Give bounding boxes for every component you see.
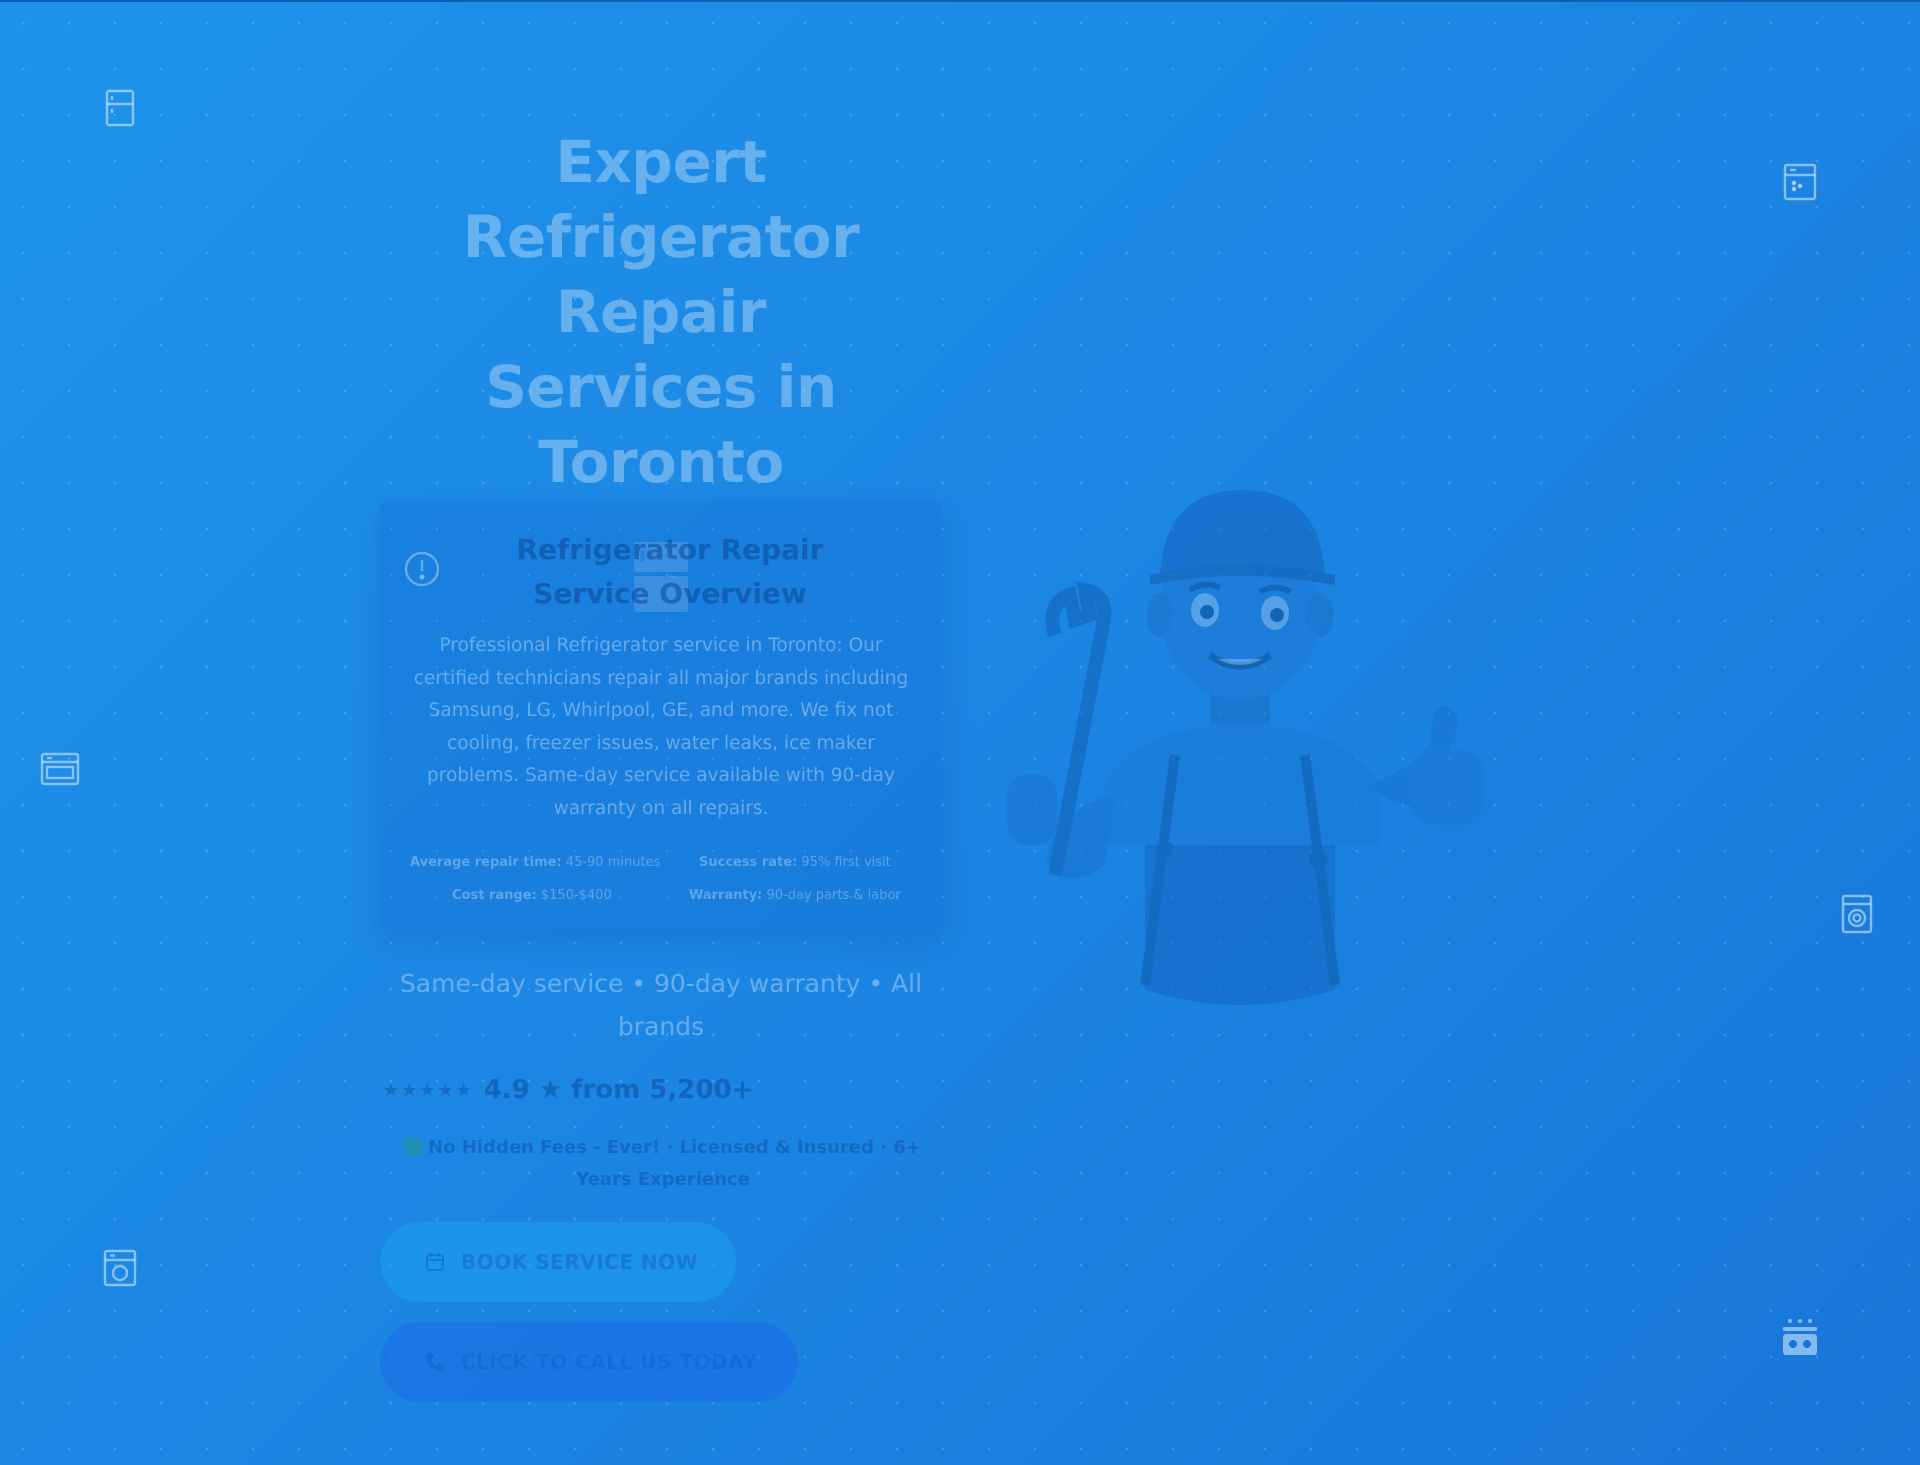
- stat-label: Warranty:: [689, 888, 763, 903]
- cooktop-icon: [1780, 1318, 1820, 1358]
- star-rating-icons: ★★★★★: [383, 1079, 474, 1101]
- service-overview-card: Refrigerator Repair Service Overview Pro…: [380, 500, 942, 930]
- stat-value: 90-day parts & labor: [766, 888, 901, 903]
- rating-row: ★★★★★ 4.9 ★ from 5,200+: [383, 1072, 753, 1108]
- stat-label: Cost range:: [452, 888, 537, 903]
- overview-title: Refrigerator Repair Service Overview: [516, 533, 824, 610]
- dishwasher-icon: [1780, 162, 1820, 202]
- service-highlights: Same-day service • 90-day warranty • All…: [399, 969, 923, 1041]
- call-us-label: CLICK TO CALL US TODAY: [461, 1350, 758, 1374]
- title-line-1: Expert: [555, 128, 767, 196]
- phone-icon: [425, 1352, 445, 1372]
- overview-description: Professional Refrigerator service in Tor…: [413, 635, 909, 819]
- top-nav-edge: [0, 0, 1920, 2]
- rating-text: 4.9 ★ from 5,200+: [483, 1075, 754, 1105]
- book-service-label: BOOK SERVICE NOW: [461, 1250, 699, 1274]
- stat-label: Success rate:: [699, 855, 798, 870]
- calendar-icon: [425, 1252, 445, 1272]
- title-line-3: Services in Toronto: [485, 353, 837, 496]
- oven-icon: [40, 749, 80, 789]
- refrigerator-icon: [100, 88, 140, 128]
- book-service-button[interactable]: BOOK SERVICE NOW: [380, 1222, 736, 1302]
- stat-cost-range: Cost range: $150-$400: [452, 888, 612, 903]
- stat-success-rate: Success rate: 95% first visit: [699, 855, 891, 870]
- technician-illustration: [985, 485, 1515, 1045]
- stat-label: Average repair time:: [410, 855, 562, 870]
- stat-average-repair-time: Average repair time: 45-90 minutes: [410, 855, 660, 870]
- title-line-2: Refrigerator Repair: [462, 203, 860, 346]
- checkmark-icon: [405, 1138, 423, 1155]
- dryer-icon: [100, 1248, 140, 1288]
- trust-text: No Hidden Fees - Ever! · Licensed & Insu…: [428, 1137, 921, 1190]
- stat-value: $150-$400: [540, 888, 612, 903]
- dot-pattern: [0, 0, 1920, 1465]
- stat-value: 45-90 minutes: [565, 855, 661, 870]
- trust-badges: No Hidden Fees - Ever! · Licensed & Insu…: [383, 1132, 943, 1196]
- call-us-button[interactable]: CLICK TO CALL US TODAY: [380, 1322, 798, 1402]
- page-title: Expert Refrigerator Repair Services in T…: [380, 125, 942, 500]
- washer-icon: [1837, 894, 1877, 934]
- stat-value: 95% first visit: [801, 855, 891, 870]
- stat-warranty: Warranty: 90-day parts & labor: [689, 888, 901, 903]
- alert-circle-icon: [403, 550, 441, 588]
